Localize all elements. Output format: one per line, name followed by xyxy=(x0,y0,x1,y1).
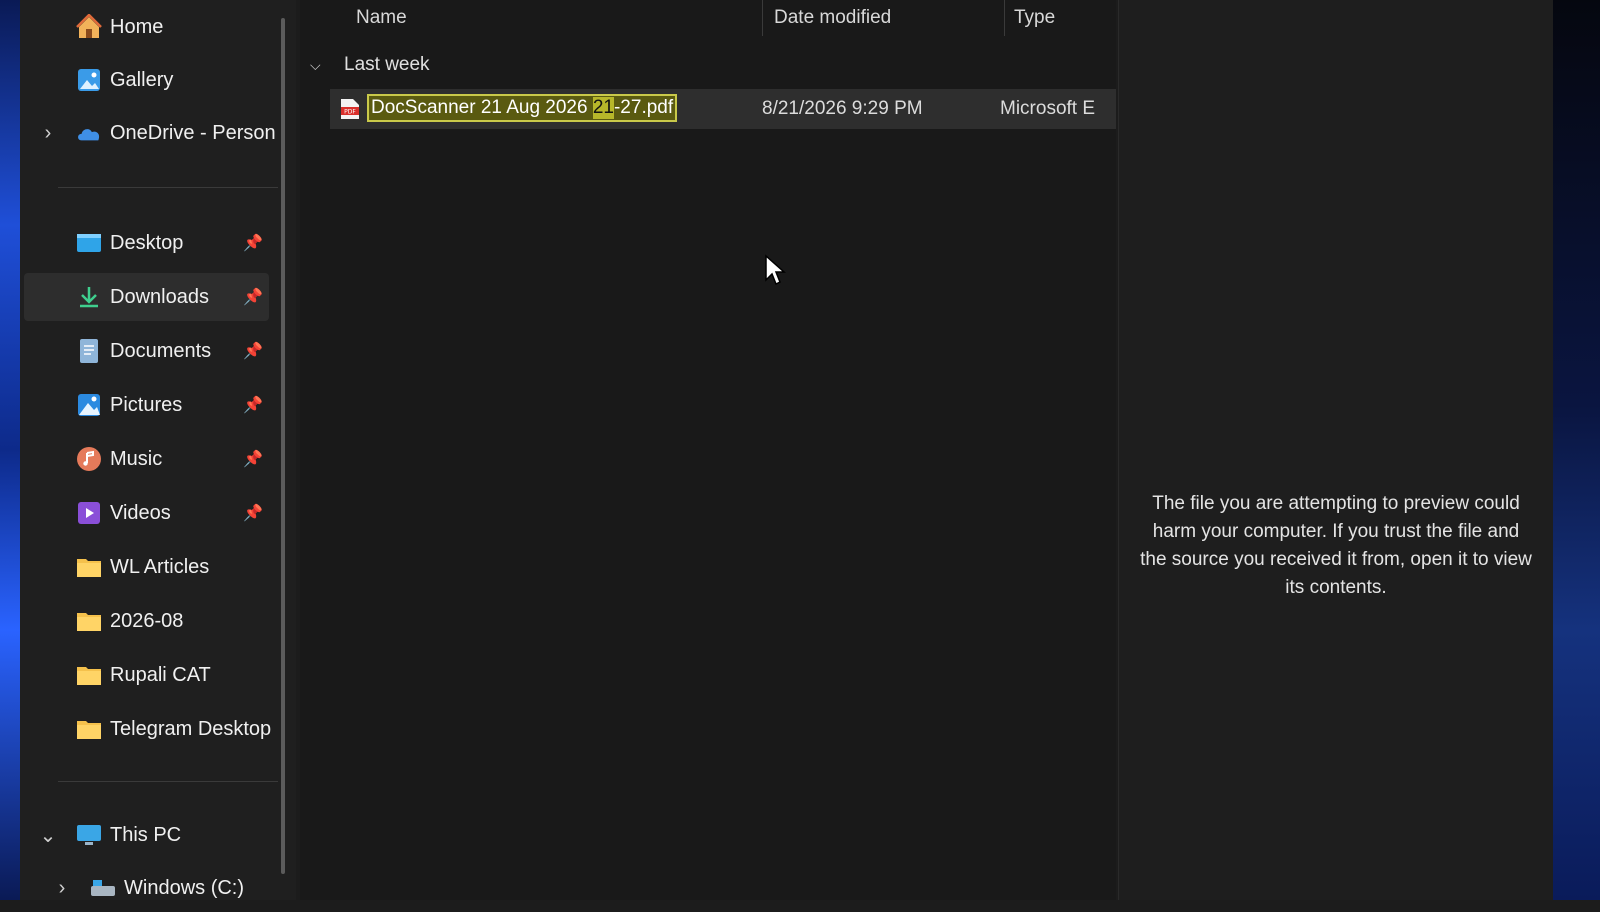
preview-warning-message: The file you are attempting to preview c… xyxy=(1140,493,1532,598)
file-row[interactable]: PDF DocScanner 21 Aug 2026 21 -27.pdf 8/2… xyxy=(330,89,1116,129)
sidebar-item-windows-c[interactable]: › Windows (C:) xyxy=(24,864,269,912)
mouse-cursor-icon xyxy=(765,254,786,286)
sidebar-item-label: Pictures xyxy=(110,393,183,416)
rename-text-after: -27.pdf xyxy=(613,97,674,118)
sidebar-item-home[interactable]: Home xyxy=(24,3,269,51)
sidebar-item-label: 2026-08 xyxy=(110,609,184,632)
group-label: Last week xyxy=(344,54,430,75)
sidebar-item-gallery[interactable]: Gallery xyxy=(24,56,269,104)
file-date-modified: 8/21/2026 9:29 PM xyxy=(762,98,923,119)
sidebar-item-telegram-desktop[interactable]: Telegram Desktop xyxy=(24,705,272,753)
folder-icon xyxy=(76,608,102,634)
sidebar-item-label: Windows (C:) xyxy=(124,876,245,899)
svg-text:PDF: PDF xyxy=(344,109,356,116)
column-header-date-modified[interactable]: Date modified xyxy=(774,0,891,36)
home-icon xyxy=(76,14,102,40)
pin-icon[interactable]: 📌 xyxy=(243,504,263,522)
sidebar-item-rupali-cat[interactable]: Rupali CAT xyxy=(24,651,269,699)
chevron-down-icon[interactable]: ⌵ xyxy=(310,57,330,74)
sidebar-item-documents[interactable]: Documents 📌 xyxy=(24,327,269,375)
nav-divider xyxy=(58,187,278,188)
pdf-file-icon: PDF xyxy=(340,98,360,120)
desktop-wallpaper-right xyxy=(1552,0,1600,900)
sidebar-item-label: Documents xyxy=(110,339,212,362)
sidebar-item-label: Telegram Desktop xyxy=(110,717,272,740)
pin-icon[interactable]: 📌 xyxy=(243,450,263,468)
pictures-icon xyxy=(76,392,102,418)
drive-icon xyxy=(90,875,116,901)
gallery-icon xyxy=(76,67,102,93)
folder-icon xyxy=(76,716,102,742)
rename-text-selection: 21 xyxy=(592,97,614,119)
pin-icon[interactable]: 📌 xyxy=(243,288,263,306)
pin-icon[interactable]: 📌 xyxy=(243,396,263,414)
documents-icon xyxy=(76,338,102,364)
chevron-right-icon[interactable]: › xyxy=(54,877,70,899)
rename-text-before: DocScanner 21 Aug 2026 xyxy=(371,97,593,118)
nav-scrollbar[interactable] xyxy=(281,18,285,874)
desktop-wallpaper-left xyxy=(0,0,20,900)
sidebar-item-wl-articles[interactable]: WL Articles xyxy=(24,543,269,591)
group-header-last-week[interactable]: ⌵ Last week xyxy=(310,48,430,82)
navigation-pane: Home Gallery › OneDrive - Person Desktop… xyxy=(20,0,296,900)
sidebar-item-2026-08[interactable]: 2026-08 xyxy=(24,597,269,645)
sidebar-item-music[interactable]: Music 📌 xyxy=(24,435,269,483)
sidebar-item-label: Rupali CAT xyxy=(110,663,211,686)
music-icon xyxy=(76,446,102,472)
rename-input[interactable]: DocScanner 21 Aug 2026 21 -27.pdf xyxy=(367,94,678,122)
sidebar-item-videos[interactable]: Videos 📌 xyxy=(24,489,269,537)
sidebar-item-this-pc[interactable]: ⌄ This PC xyxy=(24,811,269,859)
folder-icon xyxy=(76,662,102,688)
sidebar-item-label: OneDrive - Person xyxy=(110,121,276,144)
nav-divider xyxy=(58,781,278,782)
chevron-down-icon[interactable]: ⌄ xyxy=(40,825,57,847)
sidebar-item-onedrive[interactable]: › OneDrive - Person xyxy=(24,109,276,157)
sidebar-item-label: Videos xyxy=(110,501,171,524)
column-header-name[interactable]: Name xyxy=(356,0,407,36)
sidebar-item-label: This PC xyxy=(110,823,182,846)
pin-icon[interactable]: 📌 xyxy=(243,234,263,252)
sidebar-item-downloads[interactable]: Downloads 📌 xyxy=(24,273,269,321)
pin-icon[interactable]: 📌 xyxy=(243,342,263,360)
sidebar-item-pictures[interactable]: Pictures 📌 xyxy=(24,381,269,429)
file-list: Name Date modified Type ⌵ Last week PDF … xyxy=(300,0,1116,900)
desktop-icon xyxy=(76,230,102,256)
sidebar-item-label: Downloads xyxy=(110,285,209,308)
column-header-type[interactable]: Type xyxy=(1014,0,1055,36)
sidebar-item-desktop[interactable]: Desktop 📌 xyxy=(24,219,269,267)
videos-icon xyxy=(76,500,102,526)
chevron-right-icon[interactable]: › xyxy=(40,122,56,144)
sidebar-item-label: Desktop xyxy=(110,231,184,254)
folder-icon xyxy=(76,554,102,580)
sidebar-item-label: WL Articles xyxy=(110,555,210,578)
sidebar-item-label: Music xyxy=(110,447,163,470)
sidebar-item-label: Gallery xyxy=(110,68,174,91)
onedrive-icon xyxy=(76,120,102,146)
download-icon xyxy=(76,284,102,310)
file-type: Microsoft E xyxy=(1000,98,1096,119)
sidebar-item-label: Home xyxy=(110,15,164,38)
this-pc-icon xyxy=(76,822,102,848)
column-divider[interactable] xyxy=(762,0,763,36)
preview-pane: The file you are attempting to preview c… xyxy=(1118,0,1553,900)
column-divider[interactable] xyxy=(1004,0,1005,36)
